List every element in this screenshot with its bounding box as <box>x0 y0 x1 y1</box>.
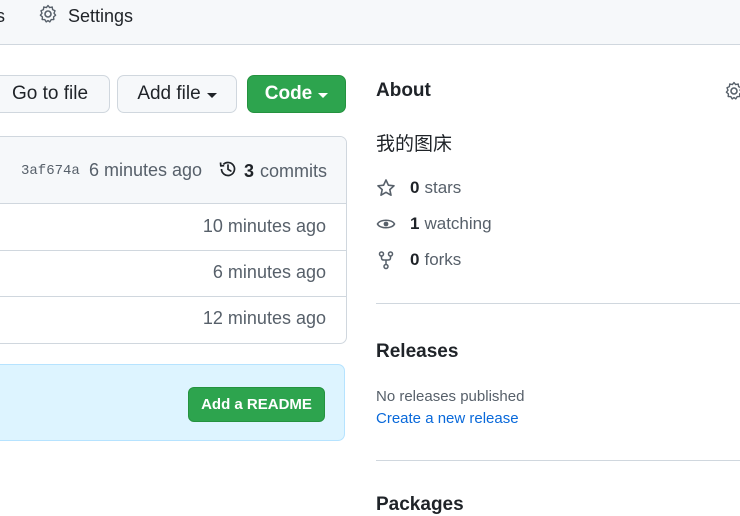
chevron-down-icon <box>206 92 217 98</box>
settings-label: Settings <box>68 6 134 26</box>
commit-time: 6 minutes ago <box>89 160 203 180</box>
go-to-file-label: Go to file <box>11 83 89 104</box>
file-row[interactable]: 6 minutes ago <box>0 250 346 297</box>
commits-link[interactable]: 3 commits <box>218 159 327 184</box>
add-file-label: Add file <box>137 83 201 104</box>
watching-count: 1 <box>410 214 420 233</box>
sidebar-divider <box>376 303 740 304</box>
sidebar-divider <box>376 460 740 461</box>
forks-label: forks <box>424 250 462 269</box>
no-releases-text: No releases published <box>376 388 525 405</box>
stars-link[interactable]: 0 stars <box>376 178 461 198</box>
star-icon <box>376 178 396 198</box>
file-updated-time: 6 minutes ago <box>212 262 326 282</box>
releases-heading[interactable]: Releases <box>376 341 458 363</box>
code-label: Code <box>264 83 313 104</box>
watching-label: watching <box>424 214 492 233</box>
go-to-file-button[interactable]: Go to file <box>0 75 110 113</box>
tab-settings[interactable]: Settings <box>38 4 133 29</box>
readme-banner: Add a README <box>0 364 345 441</box>
stars-count: 0 <box>410 178 420 197</box>
forks-link[interactable]: 0 forks <box>376 250 461 270</box>
about-heading: About <box>376 80 431 101</box>
file-updated-time: 12 minutes ago <box>202 308 326 328</box>
history-icon <box>218 159 238 184</box>
file-row[interactable]: 10 minutes ago <box>0 204 346 251</box>
commit-count-label: commits <box>260 161 328 181</box>
stars-label: stars <box>424 178 462 197</box>
eye-icon <box>376 214 396 234</box>
add-file-button[interactable]: Add file <box>117 75 237 113</box>
fork-icon <box>376 250 396 270</box>
commit-sha[interactable]: 3af674a <box>21 163 80 179</box>
repo-description: 我的图床 <box>376 134 453 155</box>
repo-nav-bar: s Settings <box>0 0 740 45</box>
latest-commit-bar: 3af674a 6 minutes ago 3 commits <box>0 137 346 204</box>
nav-tab-partial[interactable]: s <box>0 6 5 27</box>
code-button[interactable]: Code <box>247 75 346 113</box>
packages-heading[interactable]: Packages <box>376 494 464 516</box>
gear-icon[interactable] <box>724 81 740 106</box>
file-row[interactable]: 12 minutes ago <box>0 296 346 342</box>
create-release-link[interactable]: Create a new release <box>376 410 519 427</box>
commit-count: 3 <box>244 161 255 181</box>
watching-link[interactable]: 1 watching <box>376 214 492 234</box>
chevron-down-icon <box>318 92 329 98</box>
add-readme-button[interactable]: Add a README <box>188 387 325 422</box>
forks-count: 0 <box>410 250 420 269</box>
file-updated-time: 10 minutes ago <box>202 216 326 236</box>
gear-icon <box>38 4 58 29</box>
file-list: 3af674a 6 minutes ago 3 commits 10 minut… <box>0 136 347 344</box>
